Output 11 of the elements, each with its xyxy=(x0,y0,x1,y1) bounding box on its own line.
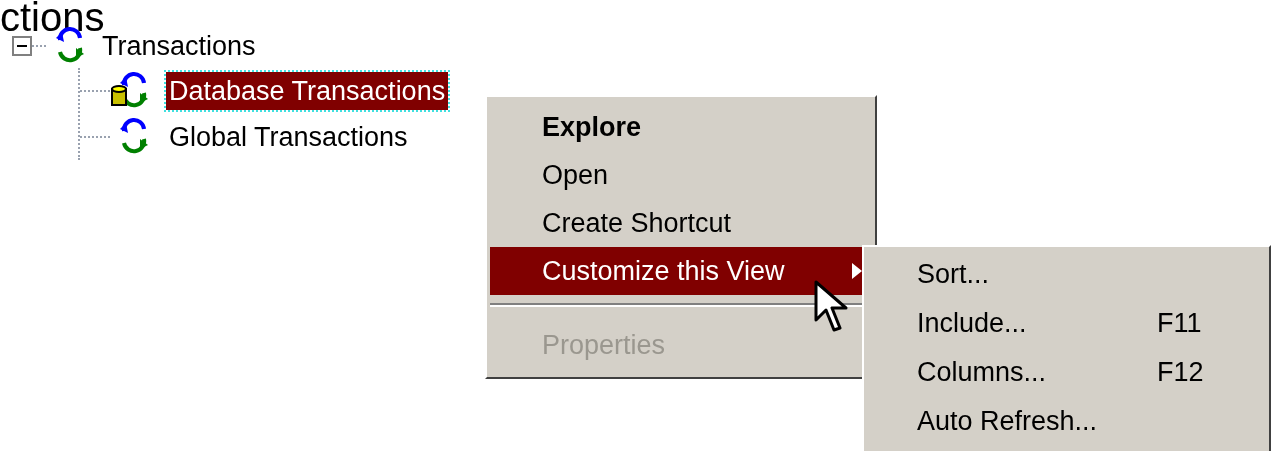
collapse-icon[interactable] xyxy=(12,36,32,56)
menu-item[interactable]: Create Shortcut xyxy=(490,199,872,247)
menu-item[interactable]: Open xyxy=(490,151,872,199)
tree-item[interactable]: Database Transactions xyxy=(166,72,449,110)
menu-item[interactable]: Auto Refresh... xyxy=(867,397,1266,446)
menu-item[interactable]: Include... F11 xyxy=(867,299,1266,348)
menu-item[interactable]: Explore xyxy=(490,103,872,151)
heading-text: ctions xyxy=(0,0,105,34)
tree-item[interactable]: Global Transactions xyxy=(166,118,411,156)
menu-item[interactable]: Columns... F12 xyxy=(867,348,1266,397)
tree-item[interactable]: Transactions xyxy=(102,25,256,67)
